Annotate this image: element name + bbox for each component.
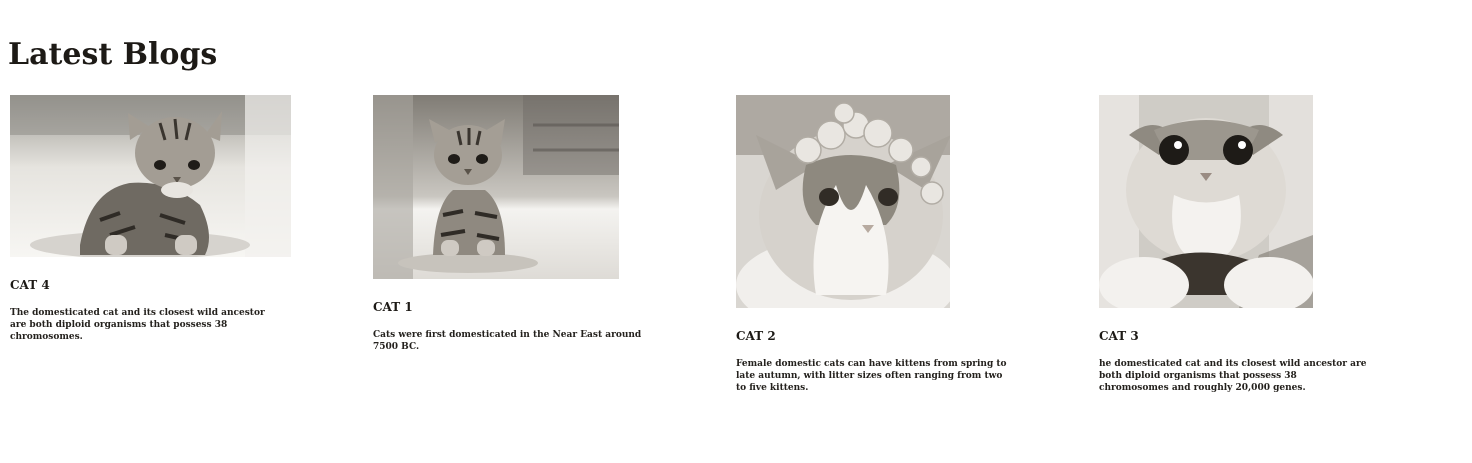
blog-card-text: The domesticated cat and its closest wil… [10, 308, 265, 342]
sitting-kitten-photo [373, 95, 619, 279]
blog-card-title[interactable]: CAT 1 [373, 299, 663, 315]
blog-card-title[interactable]: CAT 4 [10, 277, 300, 293]
blog-card-image[interactable] [736, 95, 950, 308]
blog-card[interactable]: CAT 3 he domesticated cat and its closes… [1099, 95, 1389, 394]
kitten-photo [10, 95, 291, 257]
blog-card-text: Female domestic cats can have kittens fr… [736, 359, 1007, 393]
blog-page: Latest Blogs CAT 4 The domesticated cat … [0, 0, 1472, 463]
blog-card[interactable]: CAT 1 Cats were first domesticated in th… [373, 95, 663, 353]
blog-card-image[interactable] [373, 95, 619, 279]
blog-card-title[interactable]: CAT 3 [1099, 328, 1389, 344]
page-title: Latest Blogs [8, 37, 218, 72]
blog-card[interactable]: CAT 2 Female domestic cats can have kitt… [736, 95, 1026, 394]
blog-card-image[interactable] [10, 95, 291, 257]
blog-card[interactable]: CAT 4 The domesticated cat and its close… [10, 95, 300, 343]
blog-card-image[interactable] [1099, 95, 1313, 308]
blog-card-title[interactable]: CAT 2 [736, 328, 1026, 344]
scottish-fold-cat-photo [1099, 95, 1313, 308]
cat-with-flower-crown-photo [736, 95, 950, 308]
blog-card-text: Cats were first domesticated in the Near… [373, 330, 642, 352]
blog-card-text: he domesticated cat and its closest wild… [1099, 359, 1367, 393]
